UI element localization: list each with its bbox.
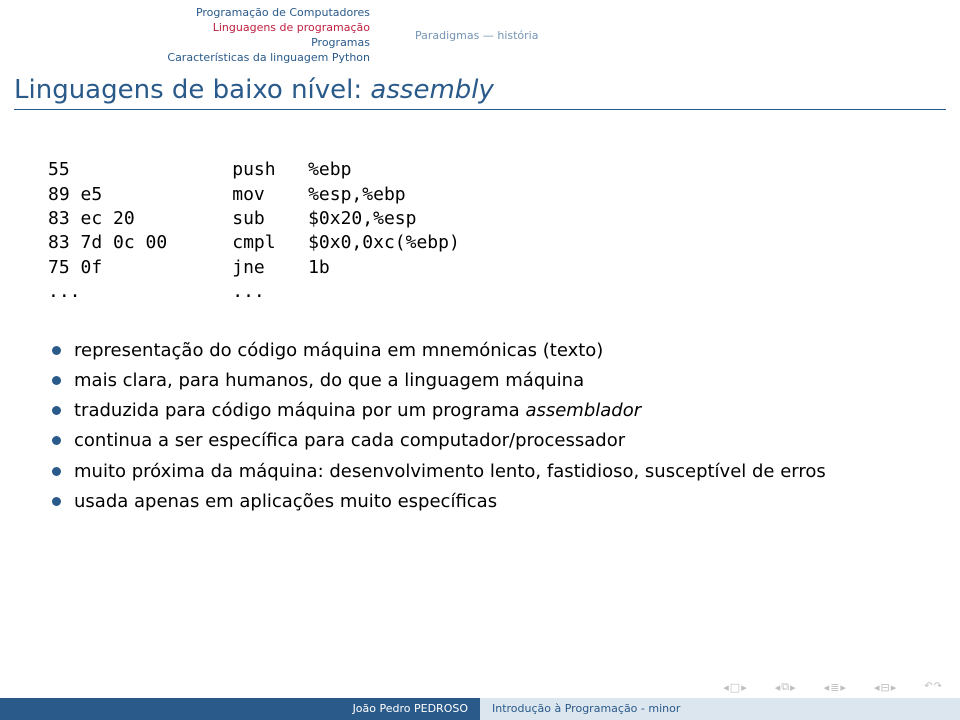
bullet-text: mais clara, para humanos, do que a lingu… <box>74 370 584 391</box>
bullet-item: mais clara, para humanos, do que a lingu… <box>48 368 912 394</box>
footer-course: Introdução à Programação - minor <box>480 698 960 720</box>
bullet-list: representação do código máquina em mnemó… <box>48 338 912 515</box>
slide-content: 55 push %ebp 89 e5 mov %esp,%ebp 83 ec 2… <box>0 110 960 514</box>
assembly-code-block: 55 push %ebp 89 e5 mov %esp,%ebp 83 ec 2… <box>48 158 912 304</box>
bullet-text: traduzida para código máquina por um pro… <box>74 400 525 421</box>
beamer-nav-icons: ◂□▸ ◂⧉▸ ◂≣▸ ◂⊟▸ ↶↷ <box>723 680 942 694</box>
nav-slide-group[interactable]: ◂□▸ <box>723 681 746 694</box>
header-subnav: Paradigmas — história <box>370 6 538 65</box>
bullet-italic: assemblador <box>525 400 641 421</box>
nav-item[interactable]: Programas <box>0 36 370 51</box>
nav-back-forward[interactable]: ↶↷ <box>924 682 942 693</box>
slide-footer: ◂□▸ ◂⧉▸ ◂≣▸ ◂⊟▸ ↶↷ João Pedro PEDROSO In… <box>0 698 960 720</box>
nav-subsection-group[interactable]: ◂⊟▸ <box>874 681 896 694</box>
bullet-item: muito próxima da máquina: desenvolviment… <box>48 459 912 485</box>
nav-frame-group[interactable]: ◂⧉▸ <box>775 680 796 694</box>
slide-header: Programação de Computadores Linguagens d… <box>0 0 960 67</box>
nav-item[interactable]: Características da linguagem Python <box>0 51 370 66</box>
bullet-text: continua a ser específica para cada comp… <box>74 430 625 451</box>
slide-title: Linguagens de baixo nível: assembly <box>0 67 960 107</box>
subnav-label[interactable]: Paradigmas — história <box>415 29 538 42</box>
nav-item[interactable]: Programação de Computadores <box>0 6 370 21</box>
bullet-item: usada apenas em aplicações muito específ… <box>48 489 912 515</box>
title-prefix: Linguagens de baixo nível: <box>14 75 370 105</box>
title-italic: assembly <box>370 75 493 105</box>
bullet-text: usada apenas em aplicações muito específ… <box>74 491 497 512</box>
nav-item-active[interactable]: Linguagens de programação <box>0 21 370 36</box>
bullet-item: traduzida para código máquina por um pro… <box>48 398 912 424</box>
bullet-item: representação do código máquina em mnemó… <box>48 338 912 364</box>
nav-section-group[interactable]: ◂≣▸ <box>824 681 846 694</box>
bullet-text: muito próxima da máquina: desenvolviment… <box>74 461 826 482</box>
bullet-text: representação do código máquina em mnemó… <box>74 340 603 361</box>
footer-author: João Pedro PEDROSO <box>0 698 480 720</box>
footer-bar: João Pedro PEDROSO Introdução à Programa… <box>0 698 960 720</box>
bullet-item: continua a ser específica para cada comp… <box>48 428 912 454</box>
header-nav-left: Programação de Computadores Linguagens d… <box>0 6 370 65</box>
